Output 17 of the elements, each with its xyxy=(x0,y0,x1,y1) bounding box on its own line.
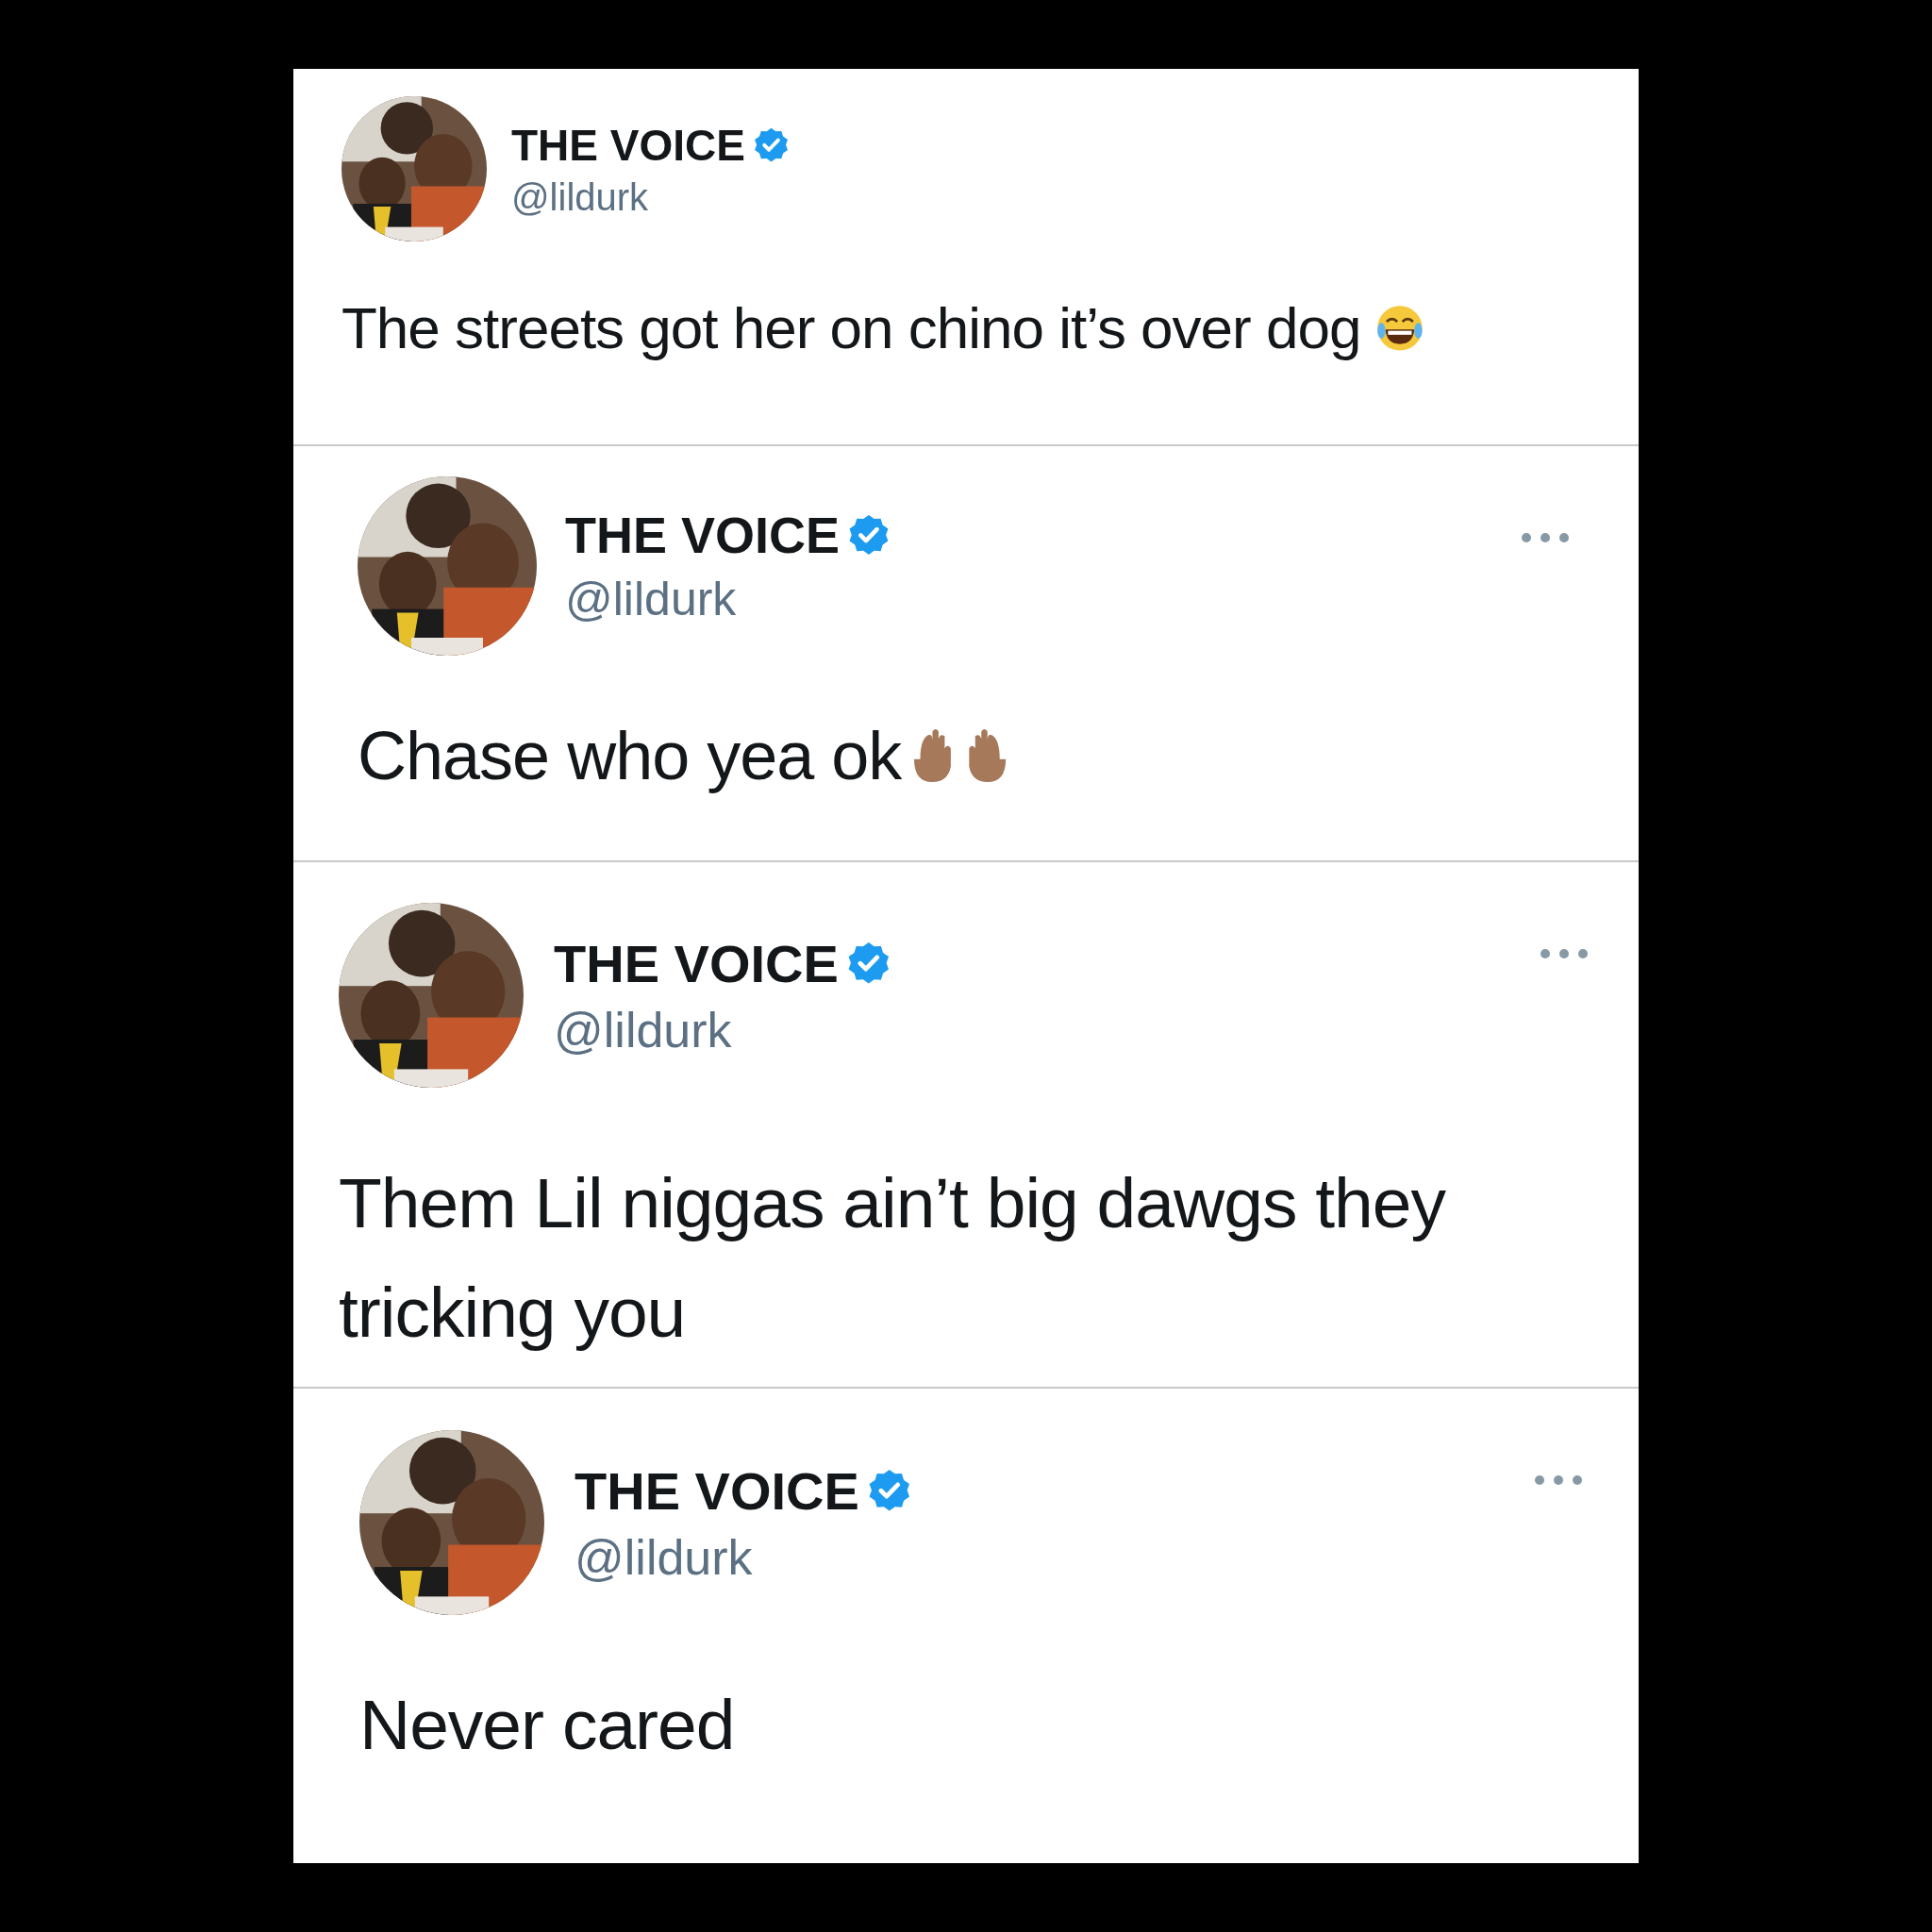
user-name: THE VOICE xyxy=(511,119,745,171)
user-name: THE VOICE xyxy=(565,506,841,564)
more-options-icon[interactable] xyxy=(1533,1474,1584,1487)
tweet-text: Chase who yea ok xyxy=(358,717,902,795)
verified-badge-icon xyxy=(847,513,891,557)
user-name: THE VOICE xyxy=(575,1459,859,1522)
tweet-text: The streets got her on chino it’s over dog xyxy=(341,294,1361,362)
more-options-icon[interactable] xyxy=(1520,531,1571,544)
user-handle: @lildurk xyxy=(565,572,738,626)
user-name: THE VOICE xyxy=(554,932,839,994)
tweet-text: Them Lil niggas ain’t big dawgs they tricking you xyxy=(339,1162,1447,1355)
user-handle: @lildurk xyxy=(554,1001,733,1058)
user-handle: @lildurk xyxy=(575,1528,754,1586)
more-options-icon[interactable] xyxy=(1539,947,1590,960)
tweet-text: Never cared xyxy=(359,1684,735,1766)
user-handle: @lildurk xyxy=(511,175,650,219)
verified-badge-icon xyxy=(752,125,791,164)
